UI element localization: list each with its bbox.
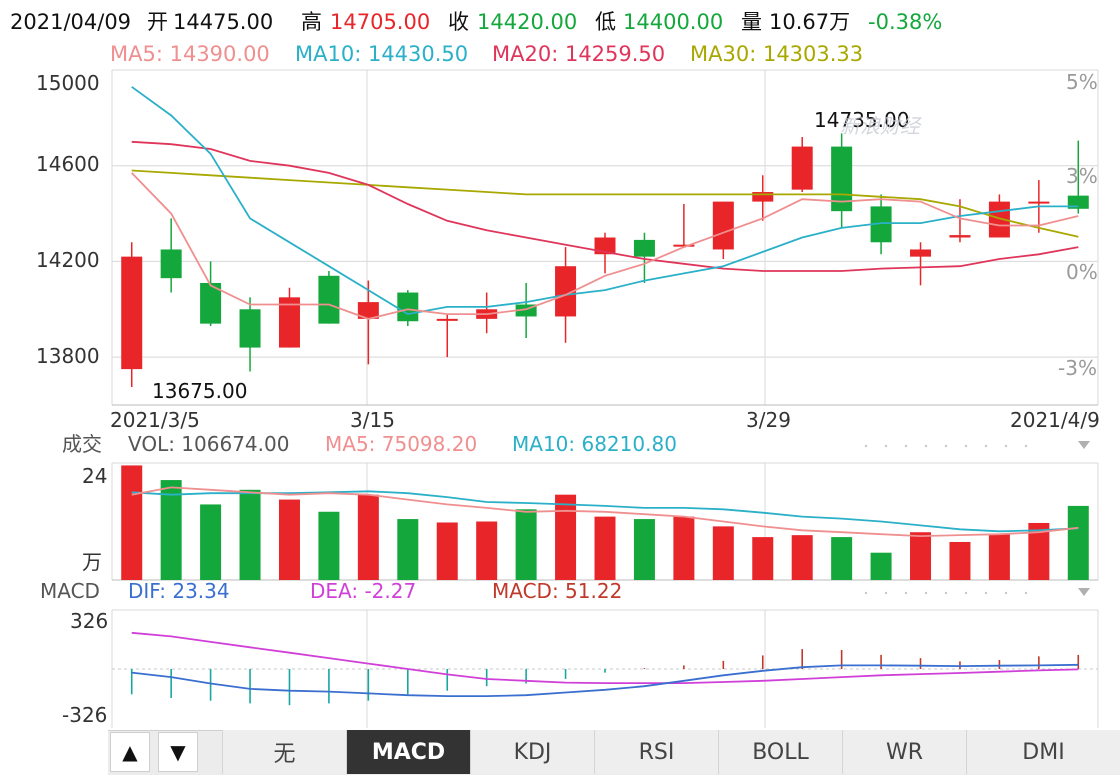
volume-bar — [752, 537, 774, 580]
panel-dots-icon — [1024, 591, 1028, 595]
panel-dots-icon — [864, 591, 868, 595]
volume-bar — [515, 509, 537, 580]
panel-dots-icon — [924, 591, 928, 595]
panel-dots-icon — [1024, 444, 1028, 448]
volume-bar — [910, 532, 932, 580]
volume-bar — [594, 516, 616, 580]
candle-body — [397, 292, 419, 322]
panel-dots-icon — [964, 444, 968, 448]
volume-bar — [121, 465, 143, 580]
candle-body — [1028, 201, 1050, 204]
panel-dots-icon — [904, 591, 908, 595]
volume-bar — [436, 522, 458, 580]
scroll-up-button[interactable]: ▲ — [110, 732, 150, 772]
volume-bar — [555, 494, 577, 580]
tab-wr[interactable]: WR — [842, 730, 966, 774]
panel-dots-icon — [884, 444, 888, 448]
panel-dots-icon — [944, 444, 948, 448]
candle-body — [949, 235, 971, 238]
volume-bar — [870, 552, 892, 580]
tab-boll[interactable]: BOLL — [718, 730, 842, 774]
candle-body — [160, 249, 182, 279]
tab-macd[interactable]: MACD — [346, 730, 470, 774]
panel-collapse-icon — [1078, 441, 1090, 449]
ma20-line — [131, 140, 1079, 272]
panel-dots-icon — [984, 444, 988, 448]
volume-bar — [633, 519, 655, 580]
volume-bar — [1067, 505, 1089, 580]
volume-bar — [791, 535, 813, 580]
tab-rsi[interactable]: RSI — [594, 730, 718, 774]
dea-line — [131, 631, 1079, 684]
candle-body — [318, 275, 340, 324]
candle-body — [239, 309, 261, 348]
volume-bar — [318, 511, 340, 580]
candle-body — [752, 192, 774, 202]
candle-body — [436, 318, 458, 321]
tab-kdj[interactable]: KDJ — [470, 730, 594, 774]
volume-bar — [397, 519, 419, 580]
volume-bar — [988, 534, 1010, 580]
volume-bar — [673, 516, 695, 580]
panel-dots-icon — [1004, 591, 1008, 595]
panel-dots-icon — [884, 591, 888, 595]
scroll-down-button[interactable]: ▼ — [158, 732, 198, 772]
panel-dots-icon — [924, 444, 928, 448]
panel-dots-icon — [964, 591, 968, 595]
volume-bar — [278, 499, 300, 580]
candle-body — [121, 256, 143, 370]
tab-无[interactable]: 无 — [222, 730, 346, 774]
panel-dots-icon — [864, 444, 868, 448]
ma30-line — [131, 169, 1079, 238]
panel-dots-icon — [904, 444, 908, 448]
volume-bar — [357, 494, 379, 580]
panel-dots-icon — [944, 591, 948, 595]
volume-bar — [712, 526, 734, 580]
tab-dmi[interactable]: DMI — [966, 730, 1120, 774]
stock-chart — [111, 69, 1099, 728]
volume-bar — [831, 537, 853, 580]
volume-bar — [239, 489, 261, 580]
candle-body — [910, 249, 932, 257]
panel-dots-icon — [984, 591, 988, 595]
panel-dots-icon — [1004, 444, 1008, 448]
volume-bar — [200, 504, 222, 580]
volume-bar — [476, 521, 498, 580]
ma10-line — [131, 86, 1079, 316]
candle-body — [633, 239, 655, 257]
candle-body — [791, 146, 813, 190]
panel-collapse-icon — [1078, 588, 1090, 596]
volume-bar — [949, 541, 971, 580]
candle-body — [712, 201, 734, 250]
